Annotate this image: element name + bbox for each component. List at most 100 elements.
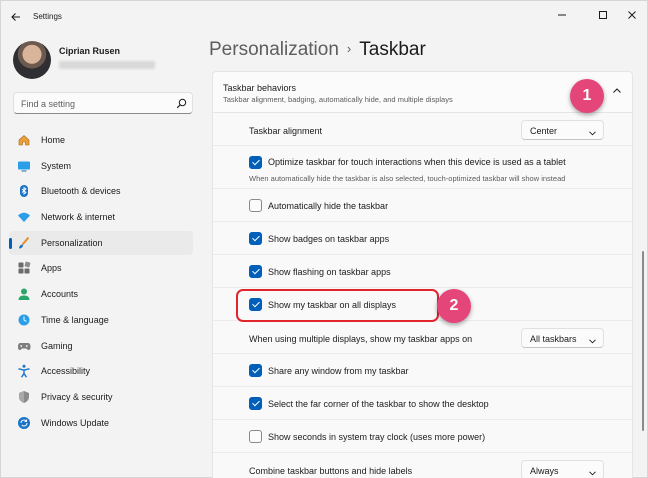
combine-row: Combine taskbar buttons and hide labels … <box>213 453 632 478</box>
callout-badge-2: 2 <box>437 289 471 323</box>
search-icon <box>176 98 187 111</box>
share-window-row: Share any window from my taskbar <box>213 354 632 387</box>
close-icon <box>628 11 636 19</box>
dropdown-value: Always <box>530 466 559 476</box>
shield-icon <box>17 390 31 404</box>
bluetooth-icon <box>17 184 31 198</box>
combine-label: Combine taskbar buttons and hide labels <box>249 466 413 476</box>
optimize-touch-row: Optimize taskbar for touch interactions … <box>213 146 632 189</box>
combine-dropdown[interactable]: Always <box>521 460 604 478</box>
section-title: Taskbar behaviors <box>223 83 297 93</box>
chevron-down-icon <box>589 128 596 138</box>
sidebar-item-label: Accounts <box>41 289 79 300</box>
arrow-left-icon <box>11 13 20 21</box>
callout-badge-1: 1 <box>570 79 604 113</box>
window-title: Settings <box>33 12 62 21</box>
network-icon <box>17 210 31 224</box>
flashing-row: Show flashing on taskbar apps <box>213 255 632 288</box>
breadcrumb-separator: › <box>346 41 352 56</box>
sidebar-item-label: Windows Update <box>41 417 110 428</box>
system-icon <box>17 159 31 173</box>
far-corner-checkbox[interactable] <box>249 397 262 410</box>
page-title: Taskbar <box>359 39 426 60</box>
multi-display-apps-label: When using multiple displays, show my ta… <box>249 334 473 344</box>
taskbar-behaviors-panel: Taskbar behaviors Taskbar alignment, bad… <box>212 71 633 478</box>
update-icon <box>17 416 31 430</box>
maximize-icon <box>599 11 607 19</box>
multi-display-apps-dropdown[interactable]: All taskbars <box>521 328 604 348</box>
badges-row: Show badges on taskbar apps <box>213 222 632 255</box>
dropdown-value: Center <box>530 126 558 136</box>
sidebar-item-label: Apps <box>41 263 62 274</box>
minimize-icon <box>558 14 566 16</box>
share-window-checkbox[interactable] <box>249 364 262 377</box>
sidebar-item-system[interactable]: System <box>9 154 193 178</box>
gaming-icon <box>17 339 31 353</box>
title-bar: Settings <box>1 1 647 33</box>
brush-icon <box>17 236 31 250</box>
accessibility-icon <box>17 364 31 378</box>
share-window-label: Share any window from my taskbar <box>268 366 409 376</box>
sidebar-item-windows-update[interactable]: Windows Update <box>9 411 193 435</box>
search-placeholder: Find a setting <box>21 99 76 109</box>
minimize-button[interactable] <box>549 5 575 25</box>
back-button[interactable] <box>9 10 23 24</box>
sidebar-nav: Home System Bluetooth & devices Network … <box>9 128 193 436</box>
settings-window: Settings Ciprian Rusen Find a setting Ho… <box>0 0 648 478</box>
home-icon <box>17 133 31 147</box>
sidebar-item-personalization[interactable]: Personalization <box>9 230 193 255</box>
optimize-touch-label: Optimize taskbar for touch interactions … <box>268 157 566 167</box>
sidebar-item-time-language[interactable]: Time & language <box>9 308 193 332</box>
search-input[interactable]: Find a setting <box>13 92 193 114</box>
dropdown-value: All taskbars <box>530 334 577 344</box>
taskbar-behaviors-header[interactable]: Taskbar behaviors Taskbar alignment, bad… <box>213 72 632 113</box>
sidebar-item-label: Accessibility <box>41 366 91 377</box>
badges-label: Show badges on taskbar apps <box>268 234 390 244</box>
sidebar-item-bluetooth-devices[interactable]: Bluetooth & devices <box>9 179 193 203</box>
seconds-label: Show seconds in system tray clock (uses … <box>268 432 486 442</box>
apps-icon <box>17 261 31 275</box>
auto-hide-label: Automatically hide the taskbar <box>268 201 389 211</box>
sidebar-item-accounts[interactable]: Accounts <box>9 282 193 306</box>
time-language-icon <box>17 313 31 327</box>
multi-display-apps-row: When using multiple displays, show my ta… <box>213 321 632 354</box>
close-button[interactable] <box>619 5 645 25</box>
user-name: Ciprian Rusen <box>59 46 121 56</box>
sidebar-item-accessibility[interactable]: Accessibility <box>9 359 193 383</box>
seconds-checkbox[interactable] <box>249 430 262 443</box>
user-email-redacted <box>59 61 155 69</box>
sidebar-item-apps[interactable]: Apps <box>9 256 193 280</box>
sidebar-item-label: Bluetooth & devices <box>41 186 121 197</box>
chevron-down-icon <box>589 468 596 478</box>
far-corner-row: Select the far corner of the taskbar to … <box>213 387 632 420</box>
avatar <box>13 41 51 79</box>
scrollbar-thumb[interactable] <box>642 251 644 431</box>
section-subtitle: Taskbar alignment, badging, automaticall… <box>223 95 453 104</box>
breadcrumb-parent[interactable]: Personalization <box>209 39 339 60</box>
chevron-down-icon <box>589 336 596 346</box>
badges-checkbox[interactable] <box>249 232 262 245</box>
taskbar-alignment-label: Taskbar alignment <box>249 126 323 136</box>
sidebar-item-label: System <box>41 160 72 171</box>
sidebar-item-network-internet[interactable]: Network & internet <box>9 205 193 229</box>
flashing-checkbox[interactable] <box>249 265 262 278</box>
optimize-touch-checkbox[interactable] <box>249 156 262 169</box>
highlight-outline <box>236 289 439 322</box>
taskbar-alignment-row: Taskbar alignment Center <box>213 113 632 146</box>
sidebar-item-gaming[interactable]: Gaming <box>9 334 193 358</box>
taskbar-alignment-dropdown[interactable]: Center <box>521 120 604 140</box>
far-corner-label: Select the far corner of the taskbar to … <box>268 399 489 409</box>
sidebar-item-privacy-security[interactable]: Privacy & security <box>9 385 193 409</box>
sidebar-item-label: Gaming <box>41 340 73 351</box>
sidebar-item-home[interactable]: Home <box>9 128 193 152</box>
optimize-touch-note: When automatically hide the taskbar is a… <box>249 174 566 183</box>
sidebar-item-label: Time & language <box>41 314 109 325</box>
chevron-up-icon[interactable] <box>612 86 622 98</box>
maximize-button[interactable] <box>590 5 616 25</box>
sidebar-item-label: Privacy & security <box>41 391 113 402</box>
breadcrumb: Personalization › Taskbar <box>209 39 426 61</box>
auto-hide-checkbox[interactable] <box>249 199 262 212</box>
seconds-row: Show seconds in system tray clock (uses … <box>213 420 632 453</box>
flashing-label: Show flashing on taskbar apps <box>268 267 391 277</box>
sidebar-item-label: Network & internet <box>41 212 116 223</box>
